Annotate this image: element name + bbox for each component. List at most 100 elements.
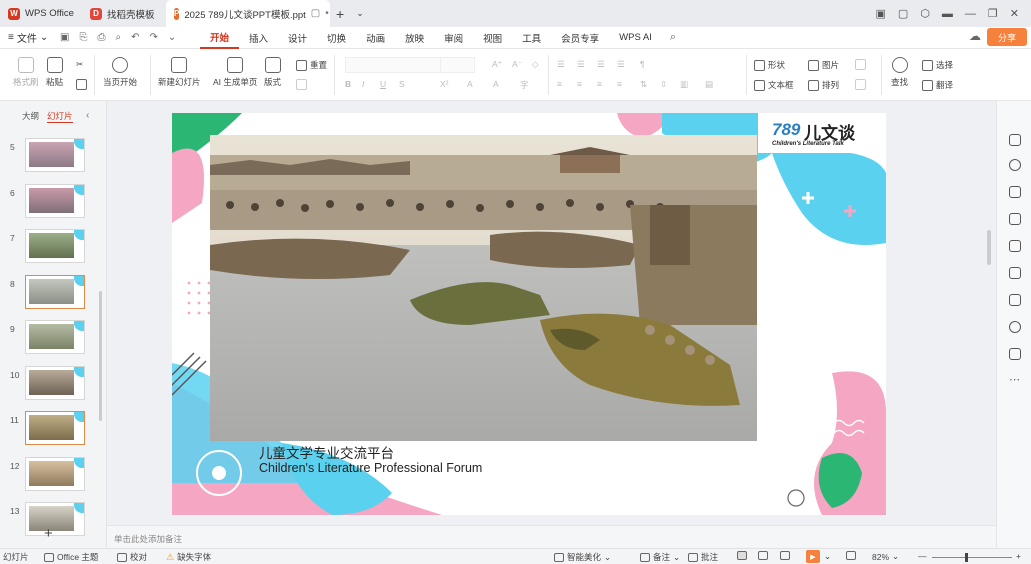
- notes-pane[interactable]: 单击此处添加备注: [107, 525, 996, 547]
- layout-icon[interactable]: ▢: [898, 7, 908, 20]
- slideshow-options[interactable]: ⌄: [824, 551, 831, 562]
- new-slide-button[interactable]: 新建幻灯片: [158, 57, 201, 88]
- device-icon[interactable]: ▬: [942, 8, 953, 20]
- indent-button[interactable]: ☰: [597, 59, 605, 70]
- shield-icon[interactable]: [1009, 294, 1021, 306]
- comments-toggle-button[interactable]: 批注: [688, 551, 718, 563]
- comment-icon[interactable]: [1009, 348, 1021, 360]
- tab-wps-home[interactable]: W WPS Office: [0, 0, 82, 27]
- save-icon[interactable]: ▣: [60, 32, 69, 43]
- menu-tab-7[interactable]: 视图: [473, 27, 512, 49]
- slide-thumbnail-5[interactable]: 5: [0, 138, 100, 174]
- menu-tab-0[interactable]: 开始: [200, 27, 240, 49]
- new-tab-button[interactable]: +: [330, 6, 350, 22]
- tab-slides[interactable]: 幻灯片: [47, 110, 73, 123]
- superscript-button[interactable]: X²: [440, 79, 449, 89]
- increase-font-button[interactable]: A⁺: [492, 59, 502, 70]
- align-left-button[interactable]: ≡: [557, 79, 562, 89]
- zoom-level[interactable]: 82% ⌄: [872, 551, 899, 562]
- tab-current-presentation[interactable]: P 2025 789儿文谈PPT模板.ppt ▢ •: [166, 0, 330, 27]
- char-spacing-button[interactable]: 字: [520, 79, 529, 91]
- skin-icon[interactable]: ▣: [875, 7, 885, 20]
- tab-outline[interactable]: 大纲: [22, 110, 39, 123]
- menu-tab-5[interactable]: 放映: [395, 27, 434, 49]
- bold-button[interactable]: B: [345, 79, 351, 89]
- undo-icon[interactable]: ↶: [131, 32, 139, 43]
- export-icon[interactable]: ⎘: [79, 32, 87, 43]
- properties-icon[interactable]: [1009, 134, 1021, 146]
- ai-generate-slide-button[interactable]: AI 生成单页: [213, 57, 257, 88]
- missing-font-button[interactable]: ⚠ 缺失字体: [166, 551, 211, 563]
- picture-icon[interactable]: [1009, 213, 1021, 225]
- columns-button[interactable]: ▥: [680, 79, 688, 90]
- fill-button[interactable]: [855, 59, 866, 70]
- animation-icon[interactable]: [1009, 267, 1021, 279]
- text-align-button[interactable]: ⇳: [660, 79, 667, 90]
- font-size-select[interactable]: [440, 57, 480, 73]
- share-button[interactable]: 分享: [987, 28, 1027, 46]
- play-from-current-button[interactable]: 当页开始: [103, 57, 137, 88]
- print-icon[interactable]: ⎙: [97, 32, 105, 43]
- file-menu[interactable]: ≡ 文件 ⌄: [0, 30, 60, 45]
- picture-button[interactable]: 图片: [808, 59, 839, 71]
- normal-view-button[interactable]: [737, 551, 747, 560]
- section-button[interactable]: [296, 79, 307, 90]
- theme-indicator[interactable]: Office 主题: [44, 551, 98, 563]
- notes-toggle-button[interactable]: 备注 ⌄: [640, 551, 680, 563]
- slide-canvas[interactable]: 789 儿文谈 Children's Literature Talk 儿童文学专…: [172, 113, 886, 515]
- layout-button[interactable]: 版式: [264, 57, 281, 88]
- slide-thumbnail-7[interactable]: 7: [0, 229, 100, 265]
- menu-tab-9[interactable]: 会员专享: [551, 27, 609, 49]
- smart-beautify-button[interactable]: 智能美化 ⌄: [554, 551, 611, 563]
- redo-icon[interactable]: ↷: [149, 32, 157, 43]
- cube-icon[interactable]: ⬡: [920, 7, 930, 20]
- menu-tab-2[interactable]: 设计: [278, 27, 317, 49]
- proofreading-button[interactable]: 校对: [117, 551, 147, 563]
- menu-tab-4[interactable]: 动画: [356, 27, 395, 49]
- format-painter-button[interactable]: 格式刷: [13, 57, 39, 88]
- zoom-out-button[interactable]: —: [918, 551, 927, 561]
- collapse-panel-icon[interactable]: ‹: [86, 110, 89, 121]
- arrange-button[interactable]: 排列: [808, 79, 839, 91]
- tab-docer-templates[interactable]: D 找稻壳模板: [82, 0, 166, 27]
- menu-tab-1[interactable]: 插入: [239, 27, 278, 49]
- minimize-icon[interactable]: —: [965, 8, 976, 20]
- search-icon[interactable]: ⌕: [670, 31, 676, 44]
- zoom-in-button[interactable]: +: [1016, 551, 1021, 561]
- slide-thumbnail-9[interactable]: 9: [0, 320, 100, 356]
- text-direction-button[interactable]: ⇅: [640, 79, 647, 90]
- reading-view-button[interactable]: [780, 551, 790, 560]
- help-icon[interactable]: [1009, 321, 1021, 333]
- canvas-scrollbar[interactable]: [987, 230, 991, 265]
- paragraph-button[interactable]: ¶: [640, 59, 645, 69]
- slide-title-chinese[interactable]: 儿童文学专业交流平台: [259, 442, 394, 462]
- slide-thumbnail-6[interactable]: 6: [0, 183, 100, 220]
- menu-tab-10[interactable]: WPS AI: [609, 27, 662, 49]
- close-icon[interactable]: ✕: [1010, 7, 1019, 20]
- shape-button[interactable]: 形状: [754, 59, 785, 71]
- menu-tab-6[interactable]: 审阅: [434, 27, 473, 49]
- zoom-slider-handle[interactable]: [965, 553, 968, 562]
- smart-art-button[interactable]: ▤: [705, 79, 713, 90]
- decrease-font-button[interactable]: A⁻: [512, 59, 522, 70]
- slide-thumbnail-11[interactable]: 11: [0, 411, 100, 447]
- thumbnail-scrollbar[interactable]: [99, 291, 102, 421]
- slide-sorter-button[interactable]: [758, 551, 768, 560]
- textbox-button[interactable]: 文本框: [754, 79, 794, 91]
- bullets-button[interactable]: ☰: [557, 59, 565, 70]
- clear-format-button[interactable]: ◇: [532, 59, 539, 70]
- outline-button[interactable]: [855, 79, 866, 90]
- more-icon[interactable]: ⌄: [168, 32, 176, 43]
- more-icon[interactable]: ⋯: [1009, 373, 1020, 386]
- fit-window-button[interactable]: [846, 551, 856, 560]
- cut-button[interactable]: ✂: [76, 59, 83, 70]
- slide-thumbnail-12[interactable]: 12: [0, 456, 100, 493]
- cloud-sync-icon[interactable]: ☁: [969, 29, 981, 43]
- line-spacing-button[interactable]: ☰: [617, 59, 625, 70]
- add-slide-button[interactable]: +: [44, 525, 53, 542]
- highlight-button[interactable]: A: [493, 79, 499, 89]
- justify-button[interactable]: ≡: [617, 79, 622, 89]
- zoom-slider[interactable]: [932, 557, 1012, 558]
- slide-title-english[interactable]: Children's Literature Professional Forum: [259, 461, 482, 475]
- tools-icon[interactable]: [1009, 240, 1021, 252]
